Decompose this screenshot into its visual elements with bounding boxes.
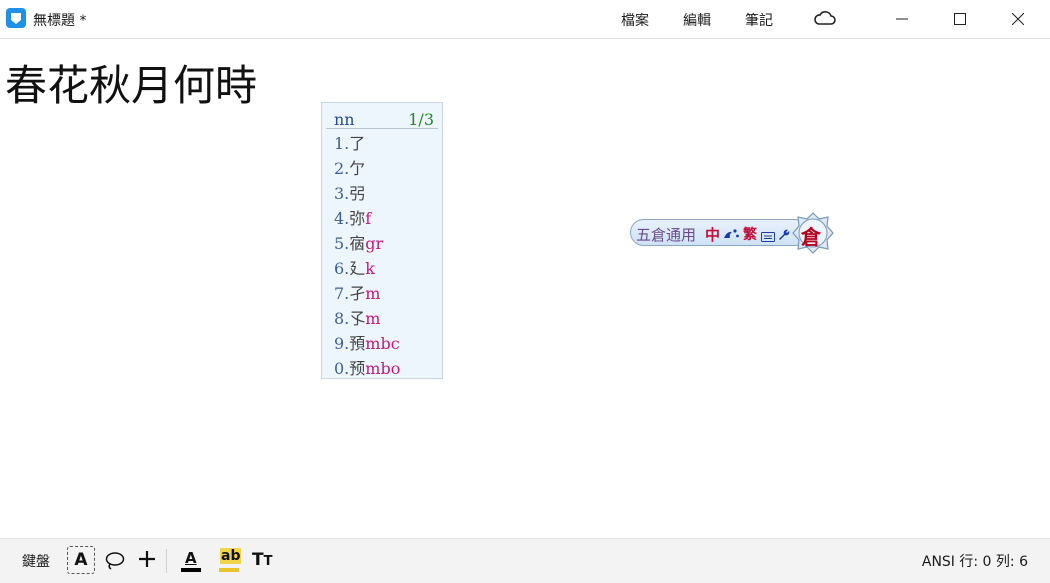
- ime-traditional-toggle[interactable]: 繁: [743, 224, 757, 244]
- candidate-item[interactable]: 2.亇: [334, 156, 400, 181]
- maximize-button[interactable]: [932, 0, 988, 38]
- candidate-item[interactable]: 7.孑m: [334, 281, 400, 306]
- candidate-item[interactable]: 3.弜: [334, 181, 400, 206]
- candidate-page-indicator[interactable]: 1/3: [408, 110, 434, 129]
- ime-logo[interactable]: 倉: [792, 211, 834, 255]
- candidate-item[interactable]: 0.预mbo: [334, 356, 400, 381]
- minimize-button[interactable]: [874, 0, 930, 38]
- candidate-list: 1.了 2.亇 3.弜 4.弥f 5.㝛gr 6.廴k 7.孑m 8.孓m 9.…: [334, 131, 400, 381]
- candidate-item[interactable]: 1.了: [334, 131, 400, 156]
- candidate-header: nn 1/3: [326, 107, 438, 129]
- minimize-icon: [896, 18, 908, 20]
- soft-keyboard-icon[interactable]: [761, 227, 775, 246]
- ime-name[interactable]: 五倉通用: [636, 224, 696, 245]
- font-color-swatch: [181, 568, 201, 572]
- close-button[interactable]: [990, 0, 1046, 38]
- highlight-button[interactable]: ab: [219, 546, 242, 574]
- bottom-toolbar: 鍵盤 A A ab TT ANSI 行: 0 列: 6: [0, 538, 1050, 583]
- candidate-item[interactable]: 9.預mbc: [334, 331, 400, 356]
- ime-mode-toggle[interactable]: 中: [705, 224, 720, 245]
- wrench-icon[interactable]: [777, 226, 790, 245]
- candidate-item[interactable]: 5.㝛gr: [334, 231, 400, 256]
- font-size-icon: T: [252, 550, 264, 570]
- candidate-item[interactable]: 8.孓m: [334, 306, 400, 331]
- app-icon: [6, 8, 26, 28]
- font-color-button[interactable]: A: [180, 546, 202, 574]
- menu-file[interactable]: 檔案: [621, 10, 649, 30]
- maximize-icon: [954, 13, 966, 25]
- menu-note[interactable]: 筆記: [745, 10, 773, 30]
- status-text: ANSI 行: 0 列: 6: [921, 554, 1028, 570]
- ime-status-bar[interactable]: 五倉通用 中 繁 倉: [630, 211, 835, 255]
- candidate-window: nn 1/3 1.了 2.亇 3.弜 4.弥f 5.㝛gr 6.廴k 7.孑m …: [321, 102, 443, 379]
- title-bar: 無標題 * 檔案 編輯 筆記: [0, 0, 1050, 39]
- candidate-item[interactable]: 6.廴k: [334, 256, 400, 281]
- keyboard-button[interactable]: 鍵盤: [22, 551, 50, 571]
- ime-logo-char: 倉: [801, 225, 821, 249]
- close-icon: [1012, 13, 1024, 25]
- font-color-icon: A: [185, 549, 197, 567]
- menu-edit[interactable]: 編輯: [683, 10, 711, 30]
- input-code: nn: [334, 110, 355, 129]
- window-title: 無標題 *: [33, 13, 87, 29]
- font-size-small-icon: T: [263, 554, 273, 569]
- font-size-button[interactable]: TT: [252, 546, 274, 574]
- highlight-icon: ab: [220, 548, 242, 564]
- lasso-icon[interactable]: [104, 551, 126, 579]
- highlight-swatch: [219, 568, 239, 572]
- toolbar-divider: [166, 549, 167, 573]
- add-icon[interactable]: [138, 550, 156, 578]
- cloud-sync-icon[interactable]: [813, 9, 837, 31]
- candidate-item[interactable]: 4.弥f: [334, 206, 400, 231]
- document-text[interactable]: 春花秋月何時: [5, 52, 257, 113]
- punctuation-icon[interactable]: [722, 226, 740, 245]
- ime-toggle-button[interactable]: A: [67, 546, 95, 574]
